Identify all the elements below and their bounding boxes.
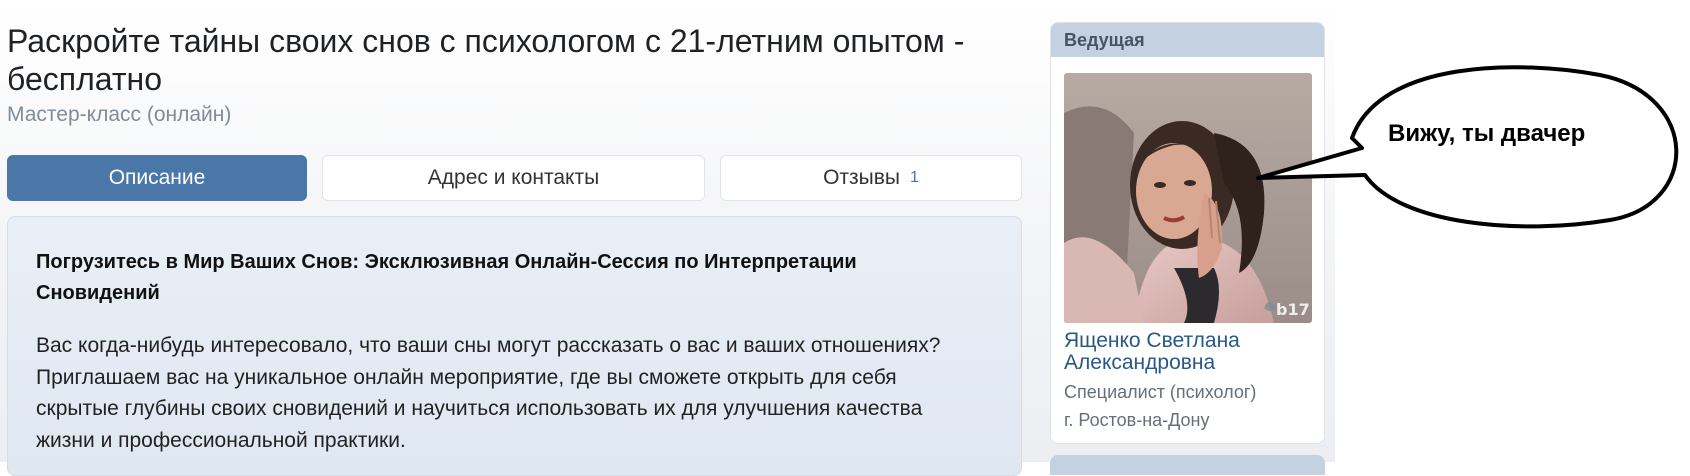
speech-bubble-drawing <box>1256 65 1679 229</box>
speech-bubble-text: Вижу, ты двачер <box>1388 120 1586 147</box>
